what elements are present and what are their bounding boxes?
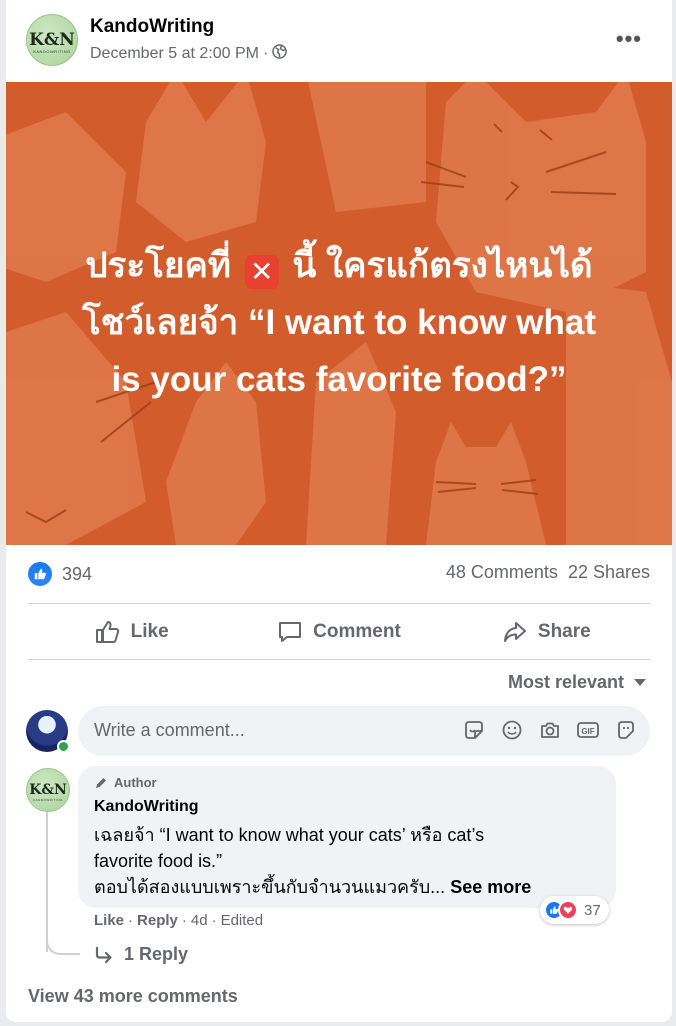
action-bar: Like Comment Share: [28, 605, 650, 659]
globe-icon[interactable]: [272, 44, 288, 64]
camera-icon[interactable]: [538, 718, 562, 742]
replies-count: 1 Reply: [124, 944, 189, 964]
comment-actions: Like · Reply · 4d · Edited: [94, 912, 263, 929]
reaction-count: 394: [62, 563, 93, 584]
share-button[interactable]: Share: [443, 605, 650, 659]
thread-elbow: [46, 925, 80, 955]
divider-bottom: [28, 659, 650, 660]
banner-line-3: is your cats favorite food?”: [111, 360, 567, 399]
comment-author-avatar[interactable]: K&N KANDOWRITING: [26, 768, 70, 812]
thumbs-up-icon: [95, 621, 119, 643]
more-options-icon[interactable]: •••: [616, 26, 642, 52]
sort-label: Most relevant: [507, 672, 624, 692]
comments-count[interactable]: 48 Comments: [446, 562, 558, 583]
like-reaction-icon: [28, 562, 52, 586]
page-name[interactable]: KandoWriting: [90, 16, 214, 38]
svg-text:GIF: GIF: [581, 727, 594, 736]
view-replies-link[interactable]: 1 Reply: [94, 944, 188, 965]
comment-text-line-3-body: ตอบได้สองแบบเพราะขึ้นกับจำนวนแมวครับ...: [94, 877, 446, 897]
see-more-link[interactable]: See more: [450, 877, 531, 897]
comment-composer[interactable]: Write a comment... GIF: [78, 706, 650, 756]
current-user-avatar[interactable]: [26, 710, 70, 753]
reaction-summary[interactable]: 394: [28, 562, 92, 586]
composer-icons: GIF: [462, 718, 638, 742]
post-timestamp[interactable]: December 5 at 2:00 PM: [90, 45, 259, 63]
online-status-dot: [57, 740, 70, 753]
avatar-subtitle: KANDOWRITING: [33, 49, 71, 54]
like-label: Like: [130, 621, 169, 642]
comment-like-link[interactable]: Like: [94, 912, 124, 929]
banner-line-2: โชว์เลยจ้า “I want to know what: [81, 303, 597, 342]
caret-down-icon: [634, 679, 646, 686]
share-label: Share: [537, 621, 591, 642]
comment-button[interactable]: Comment: [235, 605, 442, 659]
dot-separator: ·: [128, 912, 134, 929]
comment-input-placeholder[interactable]: Write a comment...: [94, 720, 245, 741]
avatar-monogram: K&N: [29, 30, 75, 50]
sticker-icon[interactable]: [462, 718, 486, 742]
view-more-comments-link[interactable]: View 43 more comments: [28, 986, 238, 1007]
page-avatar[interactable]: K&N KANDOWRITING: [26, 14, 78, 66]
comment-author-name[interactable]: KandoWriting: [94, 798, 199, 816]
comment-text-line-2: favorite food is.”: [94, 851, 223, 871]
like-button[interactable]: Like: [28, 605, 235, 659]
comment-reaction-count: 37: [584, 901, 601, 919]
gif-icon[interactable]: GIF: [576, 718, 600, 742]
cross-mark-icon: ✕: [244, 255, 279, 289]
author-badge: Author: [94, 775, 157, 790]
comment-reply-link[interactable]: Reply: [137, 912, 178, 929]
comment-text-line-3: ตอบได้สองแบบเพราะขึ้นกับจำนวนแมวครับ... …: [94, 874, 604, 900]
banner-line-1-end: นี้ ใครแก้ตรงไหนได้: [292, 246, 593, 285]
dot-separator: ·: [211, 912, 217, 929]
engagement-counts: 48 Comments 22 Shares: [446, 562, 650, 583]
banner-line-1: ประโยคที่ ✕ นี้ ใครแก้ตรงไหนได้: [36, 237, 642, 294]
comment-text-line-1: เฉลยจ้า “I want to know what your cats’ …: [94, 825, 485, 845]
comment-avatar-monogram: K&N: [29, 781, 67, 798]
love-reaction-icon: [558, 900, 578, 920]
reply-arrow-icon: [95, 946, 112, 963]
shares-count[interactable]: 22 Shares: [568, 562, 650, 583]
post-card: K&N KANDOWRITING KandoWriting December 5…: [6, 0, 672, 1022]
comment-bubble: Author KandoWriting เฉลยจ้า “I want to k…: [78, 766, 616, 908]
post-meta: December 5 at 2:00 PM ·: [90, 44, 288, 64]
comment-sort-dropdown[interactable]: Most relevant: [508, 672, 646, 693]
edited-label[interactable]: Edited: [221, 912, 264, 929]
share-icon: [503, 622, 526, 642]
comment-avatar-subtitle: KANDOWRITING: [33, 797, 63, 802]
banner-line-1-start: ประโยคที่: [85, 246, 231, 285]
post-header: K&N KANDOWRITING KandoWriting December 5…: [6, 0, 672, 82]
comment-text: เฉลยจ้า “I want to know what your cats’ …: [94, 822, 604, 900]
comment-age[interactable]: 4d: [191, 912, 208, 929]
comment-label: Comment: [313, 621, 401, 642]
post-image[interactable]: ประโยคที่ ✕ นี้ ใครแก้ตรงไหนได้ โชว์เลยจ…: [6, 82, 672, 545]
dot-separator: ·: [181, 912, 187, 929]
author-badge-label: Author: [114, 775, 157, 790]
comment-reactions[interactable]: 37: [540, 896, 609, 924]
divider-top: [28, 603, 650, 604]
emoji-icon[interactable]: [500, 718, 524, 742]
banner-text: ประโยคที่ ✕ นี้ ใครแก้ตรงไหนได้ โชว์เลยจ…: [6, 237, 672, 408]
avatar-sticker-icon[interactable]: [614, 718, 638, 742]
pen-icon: [96, 777, 106, 788]
comment-icon: [279, 622, 302, 642]
meta-separator: ·: [262, 45, 269, 62]
